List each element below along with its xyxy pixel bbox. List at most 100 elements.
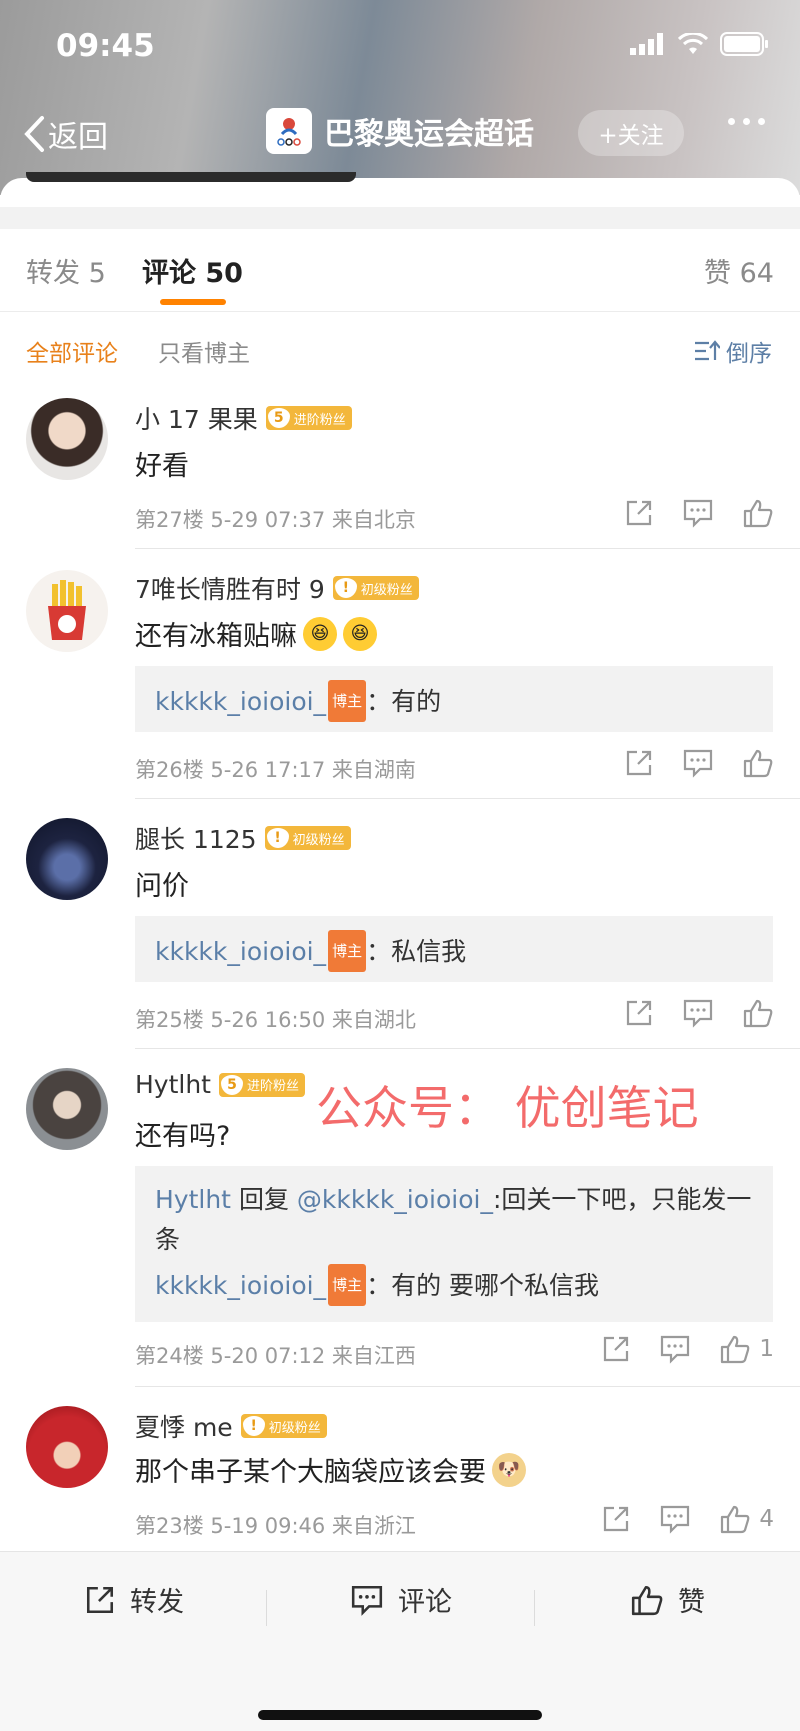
divider [534,1590,535,1626]
signal-icon [630,33,663,55]
comment-icon[interactable] [682,748,714,778]
author-reply-box[interactable]: kkkkk_ioioioi_ 博主 ：私信我 [135,916,773,982]
comment-user[interactable]: Hytlht 5 进阶粉丝 [135,1070,306,1099]
username: 腿长 1125 [135,825,257,854]
filter-author-only[interactable]: 只看博主 [158,334,250,368]
content-sheet-top [0,178,800,208]
reply-author[interactable]: kkkkk_ioioioi_ [155,687,326,716]
comment-text: 还有吗? [135,1121,231,1152]
divider [266,1590,267,1626]
username: 小 17 果果 [135,405,258,434]
like-icon[interactable] [719,1504,751,1534]
post-image-edge [26,172,356,182]
battery-icon [720,32,768,56]
comment-user[interactable]: 7唯长情胜有时 9 ! 初级粉丝 [135,570,419,606]
comment-icon[interactable] [659,1504,691,1534]
sort-label: 倒序 [726,341,772,367]
divider [135,798,800,799]
sort-button[interactable]: 倒序 [694,334,772,368]
share-icon[interactable] [601,1334,631,1364]
supertopic-title[interactable]: 巴黎奥运会超话 [266,108,534,154]
author-reply-box[interactable]: kkkkk_ioioioi_ 博主 ：有的 [135,666,773,732]
like-count: 1 [759,1336,774,1362]
comment-meta: 第24楼 5-20 07:12 来自江西 [135,1344,416,1368]
share-icon[interactable] [624,748,654,778]
status-time: 09:45 [56,28,155,64]
share-icon[interactable] [624,998,654,1028]
fan-badge: 5 进阶粉丝 [219,1072,306,1097]
author-tag: 博主 [328,680,367,722]
divider [135,1048,800,1049]
comment-icon[interactable] [682,998,714,1028]
share-icon [86,1586,114,1613]
reply-author[interactable]: kkkkk_ioioioi_ [155,1271,326,1300]
olympics-logo [266,108,312,154]
more-icon[interactable] [728,118,765,125]
comment-filters: 全部评论 只看博主 倒序 [0,312,800,382]
username: 7唯长情胜有时 9 [135,575,325,604]
comment-actions [624,748,774,778]
like-button[interactable]: 赞 [630,1580,705,1619]
sort-icon [695,340,720,361]
comment-actions [624,998,774,1028]
comment-meta: 第26楼 5-26 17:17 来自湖南 [135,758,416,782]
tab-repost[interactable]: 转发 5 [26,251,106,290]
comment-text: 那个串子某个大脑袋应该会要 🐶 [135,1450,526,1489]
watermark-text: 公众号： 优创笔记 [316,1081,699,1135]
reply-text: ：有的 [366,687,442,716]
avatar[interactable] [26,1406,108,1488]
like-icon[interactable] [742,748,774,778]
divider [135,548,800,549]
comment-icon[interactable] [659,1334,691,1364]
tab-likes[interactable]: 赞 64 [704,251,774,290]
like-icon[interactable] [719,1334,751,1364]
author-tag: 博主 [328,930,367,972]
avatar[interactable] [26,1068,108,1150]
fan-badge: ! 初级粉丝 [240,1414,327,1438]
reply-item: Hytlht 回复 @kkkkk_ioioioi_:回关一下吧，只能发一条 [155,1185,752,1254]
author-tag: 博主 [328,1264,367,1306]
cheering-emoji-icon: 😆 [303,616,337,651]
status-icons [630,32,770,56]
doge-emoji-icon: 🐶 [492,1452,526,1487]
chevron-left-icon [24,116,44,152]
comment-text: 还有冰箱贴嘛 😆 😆 [135,614,377,653]
avatar[interactable] [26,398,108,480]
reply-text: ：有的 要哪个私信我 [366,1271,600,1300]
comment-meta: 第23楼 5-19 09:46 来自浙江 [135,1514,416,1538]
like-icon [631,1585,663,1615]
mention-link[interactable]: @kkkkk_ioioioi_ [297,1185,493,1214]
reply-user[interactable]: Hytlht [155,1185,231,1214]
comment-text: 问价 [135,871,189,902]
share-icon[interactable] [624,498,654,528]
comment-actions: 1 [601,1334,774,1364]
comment-icon[interactable] [682,498,714,528]
reply-item: kkkkk_ioioioi_ 博主 ：有的 要哪个私信我 [155,1264,753,1306]
username: 夏悸 me [135,1413,233,1442]
reply-author[interactable]: kkkkk_ioioioi_ [155,937,326,966]
comment-button[interactable]: 评论 [350,1580,452,1619]
avatar[interactable] [26,570,108,652]
like-icon[interactable] [742,498,774,528]
wifi-icon [678,33,708,54]
comment-user[interactable]: 小 17 果果 5 进阶粉丝 [135,400,352,436]
comment-meta: 第25楼 5-26 16:50 来自湖北 [135,1008,416,1032]
reply-thread-box[interactable]: Hytlht 回复 @kkkkk_ioioioi_:回关一下吧，只能发一条 kk… [135,1166,773,1322]
section-gap [0,207,800,229]
back-button[interactable]: 返回 [22,112,108,156]
comment-user[interactable]: 夏悸 me ! 初级粉丝 [135,1408,327,1444]
back-label: 返回 [48,120,108,155]
share-icon[interactable] [601,1504,631,1534]
tab-comments[interactable]: 评论 50 [142,251,243,290]
comment-icon [351,1585,383,1616]
like-icon[interactable] [742,998,774,1028]
filter-all-comments[interactable]: 全部评论 [26,334,118,368]
bottom-action-bar: 转发 评论 赞 [0,1551,800,1731]
divider [135,1386,800,1387]
like-count: 4 [759,1506,774,1532]
avatar[interactable] [26,818,108,900]
follow-button[interactable]: +关注 [578,110,684,156]
comment-actions: 4 [601,1504,774,1534]
comment-user[interactable]: 腿长 1125 ! 初级粉丝 [135,820,351,856]
repost-button[interactable]: 转发 [84,1580,184,1619]
